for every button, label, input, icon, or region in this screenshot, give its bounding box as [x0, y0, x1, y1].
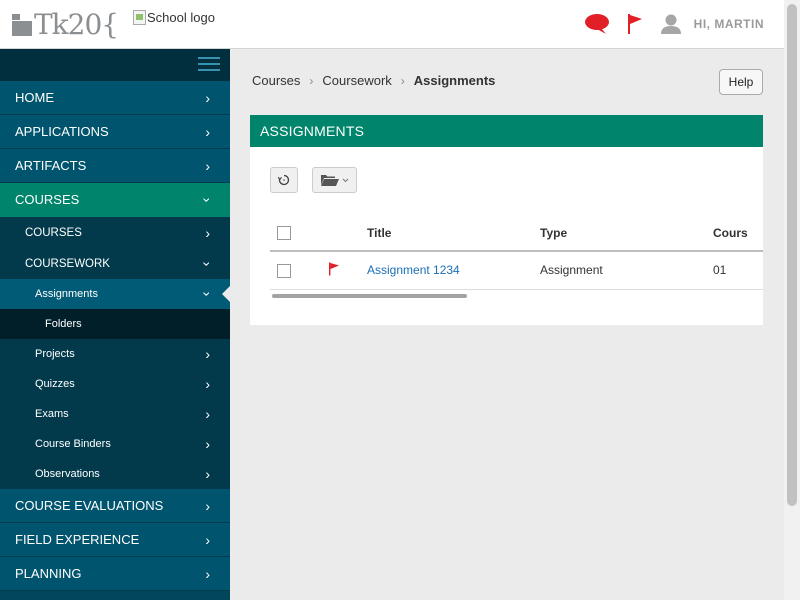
sidebar-item-label: Folders	[45, 318, 82, 330]
sidebar-item-courses[interactable]: COURSES ›	[0, 183, 230, 217]
sidebar-item-course-evaluations[interactable]: COURSE EVALUATIONS ›	[0, 489, 230, 523]
user-icon[interactable]	[660, 12, 682, 36]
sidebar-item-label: COURSEWORK	[25, 257, 110, 270]
logo-text: Tk20{	[34, 8, 119, 41]
school-logo: School logo	[133, 10, 215, 25]
sidebar-item-artifacts[interactable]: ARTIFACTS ›	[0, 149, 230, 183]
speech-bubble-icon[interactable]	[584, 12, 610, 36]
refresh-icon	[277, 174, 290, 186]
chevron-right-icon: ›	[205, 436, 210, 452]
sidebar-subitem-quizzes[interactable]: Quizzes ›	[0, 369, 230, 399]
header-actions: HI, MARTIN	[568, 12, 764, 36]
breadcrumb-current: Assignments	[413, 73, 496, 88]
chevron-right-icon: ›	[205, 89, 210, 106]
breadcrumb: Courses › Coursework › Assignments	[252, 73, 495, 88]
sidebar-nav: HOME › APPLICATIONS › ARTIFACTS › COURSE…	[0, 49, 230, 600]
sidebar-header	[0, 49, 230, 81]
sidebar-item-applications[interactable]: APPLICATIONS ›	[0, 115, 230, 149]
sidebar-item-label: Exams	[35, 408, 69, 420]
sidebar-subitem-projects[interactable]: Projects ›	[0, 339, 230, 369]
sidebar-subitem-assignments[interactable]: Assignments ›	[0, 279, 230, 309]
sidebar-item-label: Observations	[35, 468, 100, 480]
sidebar-item-label: APPLICATIONS	[15, 124, 109, 139]
chevron-right-icon: ›	[205, 346, 210, 362]
folder-open-icon	[320, 175, 348, 186]
assignments-table: Title Type Cours Assignment 1234 Assignm…	[270, 215, 763, 295]
sidebar-item-field-experience[interactable]: FIELD EXPERIENCE ›	[0, 523, 230, 557]
column-header-title[interactable]: Title	[367, 215, 540, 252]
chevron-right-icon: ›	[205, 123, 210, 140]
row-checkbox[interactable]	[277, 263, 291, 278]
logo-mark-icon	[12, 14, 32, 36]
sidebar-item-label: COURSES	[15, 192, 80, 207]
sidebar-item-planning[interactable]: PLANNING ›	[0, 557, 230, 591]
assignments-panel: ASSIGNMENTS Title Type Cours Assignment …	[250, 115, 763, 325]
chevron-down-icon: ›	[199, 291, 216, 297]
chevron-right-icon: ›	[205, 406, 210, 422]
hamburger-menu-icon[interactable]	[198, 57, 220, 73]
chevron-right-icon: ›	[205, 466, 210, 482]
column-header-type[interactable]: Type	[540, 215, 713, 252]
sidebar-subitem-observations[interactable]: Observations ›	[0, 459, 230, 489]
active-pointer	[222, 286, 230, 302]
sidebar-item-label: FIELD EXPERIENCE	[15, 532, 140, 547]
column-header-course[interactable]: Cours	[713, 215, 763, 252]
table-horizontal-scrollbar[interactable]	[272, 294, 467, 298]
sidebar-item-label: ARTIFACTS	[15, 158, 87, 173]
top-bar: Tk20{ School logo HI, MARTIN	[0, 0, 784, 49]
chevron-right-icon: ›	[205, 376, 210, 392]
chevron-down-icon: ›	[199, 261, 216, 266]
sidebar-item-label: Course Binders	[35, 438, 111, 450]
sidebar-item-label: HOME	[15, 90, 54, 105]
user-greeting[interactable]: HI, MARTIN	[694, 17, 764, 31]
sidebar-item-label: COURSE EVALUATIONS	[15, 498, 164, 513]
sidebar-item-label: COURSES	[25, 226, 82, 239]
breadcrumb-separator: ›	[400, 73, 405, 88]
tk20-logo[interactable]: Tk20{	[12, 8, 119, 41]
panel-title: ASSIGNMENTS	[250, 115, 763, 147]
flag-icon[interactable]	[328, 262, 340, 279]
breadcrumb-separator: ›	[309, 73, 314, 88]
assignment-title-link[interactable]: Assignment 1234	[367, 263, 460, 277]
assignment-course: 01	[713, 251, 763, 290]
breadcrumb-coursework[interactable]: Coursework	[322, 73, 391, 88]
sidebar-item-label: Assignments	[35, 288, 98, 300]
breadcrumb-courses[interactable]: Courses	[252, 73, 300, 88]
table-header-row: Title Type Cours	[270, 215, 763, 252]
chevron-right-icon: ›	[205, 531, 210, 548]
sidebar-subitem-folders[interactable]: Folders	[0, 309, 230, 339]
chevron-right-icon: ›	[205, 565, 210, 582]
school-logo-alt: School logo	[147, 10, 215, 25]
select-all-checkbox[interactable]	[277, 225, 291, 240]
flag-icon[interactable]	[626, 12, 644, 36]
chevron-right-icon: ›	[205, 497, 210, 514]
sidebar-subitem-exams[interactable]: Exams ›	[0, 399, 230, 429]
sidebar-subitem-course-binders[interactable]: Course Binders ›	[0, 429, 230, 459]
sidebar-subitem-coursework[interactable]: COURSEWORK ›	[0, 248, 230, 279]
sidebar-item-label: PLANNING	[15, 566, 82, 581]
chevron-down-icon: ›	[199, 197, 216, 202]
sidebar-subitem-courses[interactable]: COURSES ›	[0, 217, 230, 248]
help-button[interactable]: Help	[719, 69, 763, 95]
chevron-right-icon: ›	[205, 157, 210, 174]
sidebar-item-home[interactable]: HOME ›	[0, 81, 230, 115]
broken-image-icon	[133, 10, 146, 25]
refresh-button[interactable]	[270, 167, 298, 193]
page-vertical-scrollbar[interactable]	[784, 0, 800, 600]
folder-menu-button[interactable]	[312, 167, 357, 193]
sidebar-item-label: Projects	[35, 348, 75, 360]
table-row[interactable]: Assignment 1234 Assignment 01	[270, 251, 763, 290]
chevron-right-icon: ›	[205, 224, 210, 241]
scrollbar-thumb[interactable]	[787, 4, 797, 506]
sidebar-item-label: Quizzes	[35, 378, 75, 390]
assignment-type: Assignment	[540, 251, 713, 290]
flag-column-header	[314, 215, 367, 252]
toolbar	[270, 167, 371, 193]
